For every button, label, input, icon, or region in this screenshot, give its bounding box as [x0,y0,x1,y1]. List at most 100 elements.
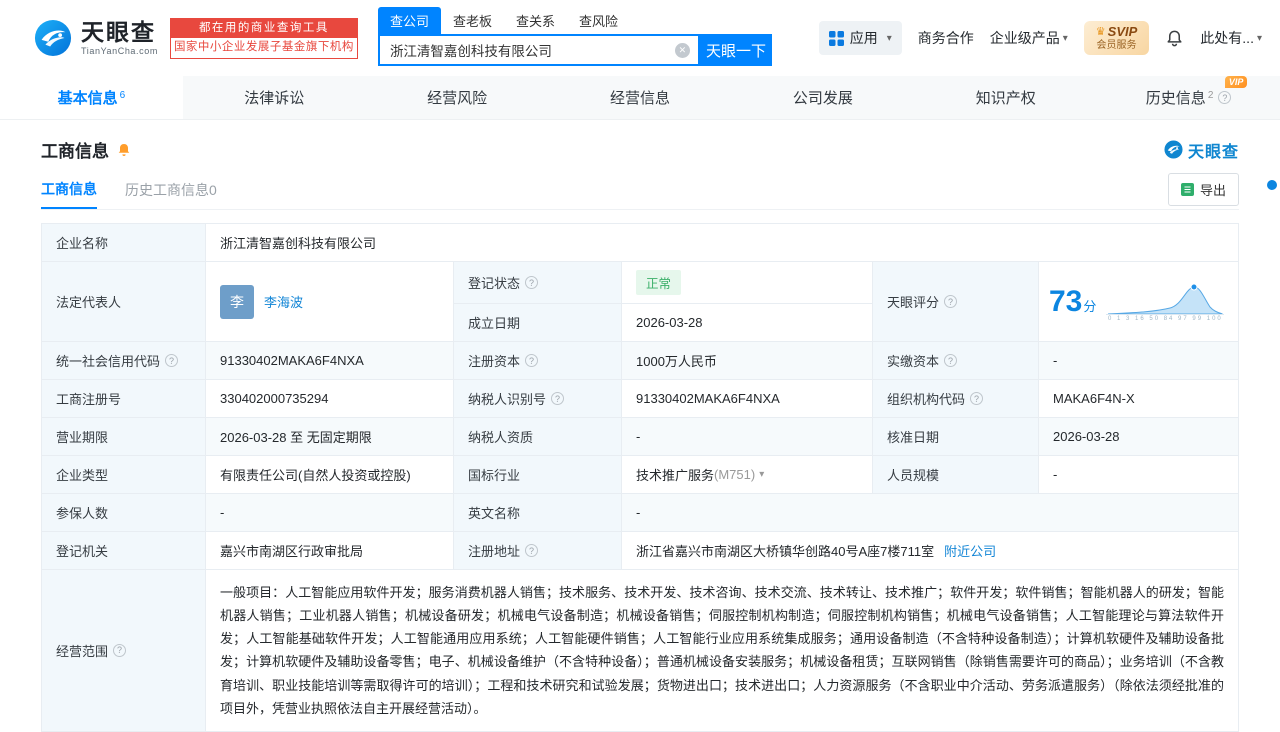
tab-label: 基本信息 [57,90,118,107]
svip-membership-button[interactable]: SVIP 会员服务 [1083,20,1150,56]
export-button[interactable]: 导出 [1167,173,1239,206]
registration-authority-value: 嘉兴市南湖区行政审批局 [206,532,454,569]
chevron-down-icon [1257,33,1262,44]
taxpayer-qualification-label: 纳税人资质 [454,418,622,455]
approval-date-value: 2026-03-28 [1039,418,1238,455]
brand-slogan: 都在用的商业查询工具 国家中小企业发展子基金旗下机构 [169,17,358,59]
subscribe-bell-icon[interactable] [116,142,132,158]
search-tab-company[interactable]: 查公司 [377,7,441,34]
export-label: 导出 [1199,183,1226,198]
table-row: 法定代表人 李 李海波 登记状态 正常 [42,262,1238,342]
search-button[interactable]: 天眼一下 [699,34,772,66]
help-icon[interactable] [525,544,539,557]
svip-label: SVIP [1107,23,1138,39]
table-row: 工商注册号 330402000735294 纳税人识别号 91330402MAK… [42,380,1238,418]
registered-capital-label: 注册资本 [454,342,622,379]
chevron-down-icon [1063,33,1068,44]
credit-code-label: 统一社会信用代码 [42,342,206,379]
help-icon[interactable] [551,392,565,405]
business-term-label: 营业期限 [42,418,206,455]
svip-sub-label: 会员服务 [1096,39,1137,51]
company-name-value: 浙江清智嘉创科技有限公司 [220,236,377,251]
help-icon[interactable] [165,354,179,367]
tab-count: 6 [119,90,126,101]
registration-number-label: 工商注册号 [42,380,206,417]
tab-history-info[interactable]: 历史信息 2 VIP [1097,76,1280,119]
english-name-value: - [622,494,1238,531]
reg-status-label: 登记状态 [454,262,622,303]
table-row: 登记机关 嘉兴市南湖区行政审批局 注册地址 浙江省嘉兴市南湖区大桥镇华创路40号… [42,532,1238,570]
logo-title: 天眼查 [81,19,156,46]
help-icon[interactable] [944,295,958,308]
help-icon[interactable] [525,354,539,367]
clear-search-icon[interactable] [674,42,690,58]
chevron-down-icon[interactable] [759,469,764,480]
table-row: 参保人数 - 英文名称 - [42,494,1238,532]
taxpayer-id-label: 纳税人识别号 [454,380,622,417]
tab-label: 知识产权 [975,90,1036,107]
help-icon[interactable] [525,276,539,289]
paid-capital-value: - [1039,342,1238,379]
apps-menu[interactable]: 应用 [818,21,902,55]
industry-cell: 技术推广服务 (M751) [622,456,873,493]
business-term-value: 2026-03-28 至 无固定期限 [206,418,454,455]
table-row: 营业期限 2026-03-28 至 无固定期限 纳税人资质 - 核准日期 202… [42,418,1238,456]
subtab-history-business-info[interactable]: 历史工商信息0 [125,170,217,209]
tianyancha-logo-icon [34,19,72,57]
tab-basic-info[interactable]: 基本信息 6 [0,76,183,119]
help-icon[interactable] [970,392,984,405]
search-input[interactable] [387,41,675,59]
business-cooperation-link[interactable]: 商务合作 [918,28,974,48]
org-code-label: 组织机构代码 [873,380,1039,417]
help-icon[interactable] [944,354,958,367]
watermark-logo: 天眼查 [1164,138,1239,162]
business-info-table: 企业名称 浙江清智嘉创科技有限公司 法定代表人 李 李海波 登记状态 ? 正常 … [41,223,1239,732]
watermark-logo-icon [1164,140,1183,159]
floating-widget-dot[interactable] [1267,180,1277,190]
credit-code-value: 91330402MAKA6F4NXA [206,342,454,379]
tab-label: 经营风险 [427,90,488,107]
legal-rep-link[interactable]: 李海波 [264,292,303,311]
subtab-business-info[interactable]: 工商信息 [41,170,97,209]
grid-icon [828,30,844,46]
section-title: 工商信息 [41,142,109,161]
tab-intellectual-property[interactable]: 知识产权 [914,76,1097,119]
taxpayer-id-value: 91330402MAKA6F4NXA [622,380,873,417]
registered-address-value: 浙江省嘉兴市南湖区大桥镇华创路40号A座7楼711室 [636,544,935,559]
paid-capital-label: 实缴资本 [873,342,1039,379]
industry-code: (M751) [714,467,756,482]
search-tab-boss[interactable]: 查老板 [441,7,504,34]
nearby-companies-link[interactable]: 附近公司 [944,541,996,560]
staff-size-label: 人员规模 [873,456,1039,493]
site-header: 天眼查 TianYanCha.com 都在用的商业查询工具 国家中小企业发展子基… [0,0,1280,76]
tab-business-info[interactable]: 经营信息 [549,76,732,119]
tab-legal-proceedings[interactable]: 法律诉讼 [183,76,366,119]
site-logo[interactable]: 天眼查 TianYanCha.com [34,19,158,57]
tab-count: 2 [1207,90,1214,101]
table-row: 企业类型 有限责任公司(自然人投资或控股) 国标行业 技术推广服务 (M751)… [42,456,1238,494]
insured-count-label: 参保人数 [42,494,206,531]
user-menu[interactable]: 此处有... [1200,28,1262,48]
score-value: 73 [1049,284,1083,318]
watermark-text: 天眼查 [1187,143,1239,161]
help-icon[interactable] [113,643,127,657]
chevron-down-icon [887,33,892,44]
username-label: 此处有... [1200,30,1254,46]
business-scope-value: 一般项目：人工智能应用软件开发；服务消费机器人销售；技术服务、技术开发、技术咨询… [220,585,1224,716]
established-date-value: 2026-03-28 [622,304,873,341]
english-name-label: 英文名称 [454,494,622,531]
search-tab-risk[interactable]: 查风险 [567,7,630,34]
tab-company-development[interactable]: 公司发展 [731,76,914,119]
reg-status-cell: 正常 [622,262,873,303]
apps-label: 应用 [849,30,878,46]
tianyan-score-label: 天眼评分 [873,262,1039,341]
notifications-bell-icon[interactable] [1165,29,1184,48]
enterprise-product-menu[interactable]: 企业级产品 [990,28,1068,48]
legal-rep-avatar[interactable]: 李 [220,284,254,319]
search-area: 查公司 查老板 查关系 查风险 天眼一下 [377,7,772,66]
search-tab-relation[interactable]: 查关系 [504,7,567,34]
help-icon[interactable] [1218,91,1232,104]
registration-number-value: 330402000735294 [206,380,454,417]
tab-operational-risk[interactable]: 经营风险 [366,76,549,119]
staff-size-value: - [1053,467,1058,482]
